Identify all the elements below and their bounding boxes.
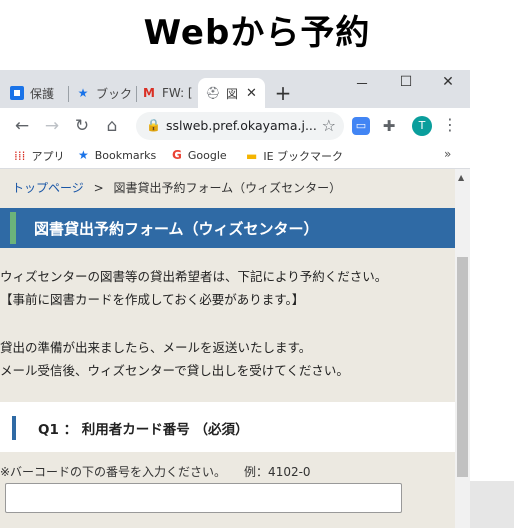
scroll-up-icon[interactable]: ▲ bbox=[458, 173, 464, 182]
bookmark-bookmarks[interactable]: ★ Bookmarks bbox=[78, 148, 156, 162]
scrollbar-thumb[interactable] bbox=[457, 257, 468, 477]
browser-toolbar: ← → ↻ ⌂ 🔒 sslweb.pref.okayama.j... ☆ ▭ ✚… bbox=[0, 108, 470, 144]
tab-label: 保護 bbox=[30, 86, 55, 101]
folder-icon: ▬ bbox=[246, 149, 258, 163]
bookmark-label: Google bbox=[187, 148, 227, 162]
bookmark-star-icon[interactable]: ☆ bbox=[322, 116, 336, 135]
tab-separator bbox=[68, 86, 69, 102]
question-hint: ※バーコードの下の番号を入力ください。 例：4102-0 bbox=[0, 465, 311, 479]
card-number-input[interactable] bbox=[5, 483, 402, 513]
page-content: トップページ > 図書貸出予約フォーム（ウィズセンター） 図書貸出予約フォーム（… bbox=[0, 169, 455, 528]
avatar[interactable]: T bbox=[412, 116, 432, 136]
title-accent bbox=[10, 212, 16, 244]
bookmark-google[interactable]: G Google bbox=[172, 148, 227, 162]
intro-text: 【事前に図書カードを作成しておく必要があります。】 bbox=[0, 292, 305, 307]
star-icon: ★ bbox=[78, 148, 89, 162]
page-title-bar: 図書貸出予約フォーム（ウィズセンター） bbox=[0, 208, 455, 248]
home-icon[interactable]: ⌂ bbox=[102, 117, 122, 135]
scrollbar[interactable]: ▲ bbox=[455, 169, 470, 528]
chevron-more-icon[interactable]: » bbox=[444, 147, 451, 161]
tab-bookmarks[interactable]: ★ ブック bbox=[76, 78, 132, 108]
shield-tab-icon bbox=[10, 86, 24, 100]
tab-label: 図 bbox=[226, 86, 239, 101]
tab-label: ブック bbox=[96, 86, 133, 101]
reload-icon[interactable]: ↻ bbox=[72, 117, 92, 135]
minimize-button[interactable]: － bbox=[352, 74, 372, 94]
bookmark-apps[interactable]: ⁞⁞⁞ アプリ bbox=[14, 148, 64, 164]
close-icon[interactable]: ✕ bbox=[246, 86, 257, 101]
tab-protect[interactable]: 保護 bbox=[10, 78, 54, 108]
desktop-area bbox=[470, 481, 514, 528]
tab-active[interactable]: ⛑ 図 ✕ bbox=[198, 78, 265, 108]
intro-text: メール受信後、ウィズセンターで貸し出しを受けてください。 bbox=[0, 363, 349, 378]
tab-gmail[interactable]: M FW: [ bbox=[142, 78, 193, 108]
gmail-icon: M bbox=[143, 86, 155, 100]
extension-icon[interactable]: ▭ bbox=[352, 117, 370, 135]
intro-text: 貸出の準備が出来ましたら、メールを返送いたします。 bbox=[0, 340, 312, 355]
breadcrumb: トップページ > 図書貸出予約フォーム（ウィズセンター） bbox=[12, 179, 341, 196]
question-heading: Q1 ： 利用者カード番号 （必須） bbox=[0, 402, 455, 452]
graduation-cap-icon: ⛑ bbox=[205, 86, 221, 100]
question-label: Q1 ： 利用者カード番号 （必須） bbox=[38, 422, 249, 438]
page-title: 図書貸出予約フォーム（ウィズセンター） bbox=[34, 220, 319, 238]
breadcrumb-home-link[interactable]: トップページ bbox=[12, 181, 84, 195]
tab-strip: 保護 ★ ブック M FW: [ ⛑ 図 ✕ + － ☐ ✕ bbox=[0, 70, 470, 108]
back-arrow-icon[interactable]: ← bbox=[12, 117, 32, 135]
address-bar[interactable]: 🔒 sslweb.pref.okayama.j... ☆ bbox=[136, 112, 344, 140]
new-tab-button[interactable]: + bbox=[272, 82, 294, 104]
breadcrumb-separator: > bbox=[93, 181, 104, 195]
tab-label: FW: [ bbox=[162, 86, 193, 100]
question-accent bbox=[12, 416, 16, 440]
lock-icon: 🔒 bbox=[146, 118, 161, 132]
apps-grid-icon: ⁞⁞⁞ bbox=[14, 149, 26, 163]
menu-dots-icon[interactable]: ⋮ bbox=[442, 115, 458, 134]
bookmark-label: Bookmarks bbox=[94, 148, 157, 162]
intro-text: ウィズセンターの図書等の貸出希望者は、下記により予約ください。 bbox=[0, 269, 388, 284]
page-caption: Webから予約 bbox=[143, 13, 371, 53]
close-window-button[interactable]: ✕ bbox=[438, 74, 458, 90]
google-icon: G bbox=[172, 148, 182, 162]
url-text: sslweb.pref.okayama.j... bbox=[166, 118, 317, 133]
bookmark-ie[interactable]: ▬ IE ブックマーク bbox=[246, 148, 343, 164]
bookmark-label: アプリ bbox=[31, 150, 65, 163]
bookmarks-bar: ⁞⁞⁞ アプリ ★ Bookmarks G Google ▬ IE ブックマーク… bbox=[0, 144, 470, 169]
tab-separator bbox=[136, 86, 137, 102]
star-tab-icon: ★ bbox=[77, 86, 89, 100]
browser-window: 保護 ★ ブック M FW: [ ⛑ 図 ✕ + － ☐ ✕ ← → ↻ ⌂ 🔒… bbox=[0, 70, 470, 528]
puzzle-extensions-icon[interactable]: ✚ bbox=[380, 117, 398, 135]
forward-arrow-icon[interactable]: → bbox=[42, 117, 62, 135]
breadcrumb-current: 図書貸出予約フォーム（ウィズセンター） bbox=[113, 181, 342, 195]
maximize-button[interactable]: ☐ bbox=[396, 74, 416, 90]
bookmark-label: IE ブックマーク bbox=[263, 150, 344, 163]
desktop-background bbox=[470, 70, 514, 481]
